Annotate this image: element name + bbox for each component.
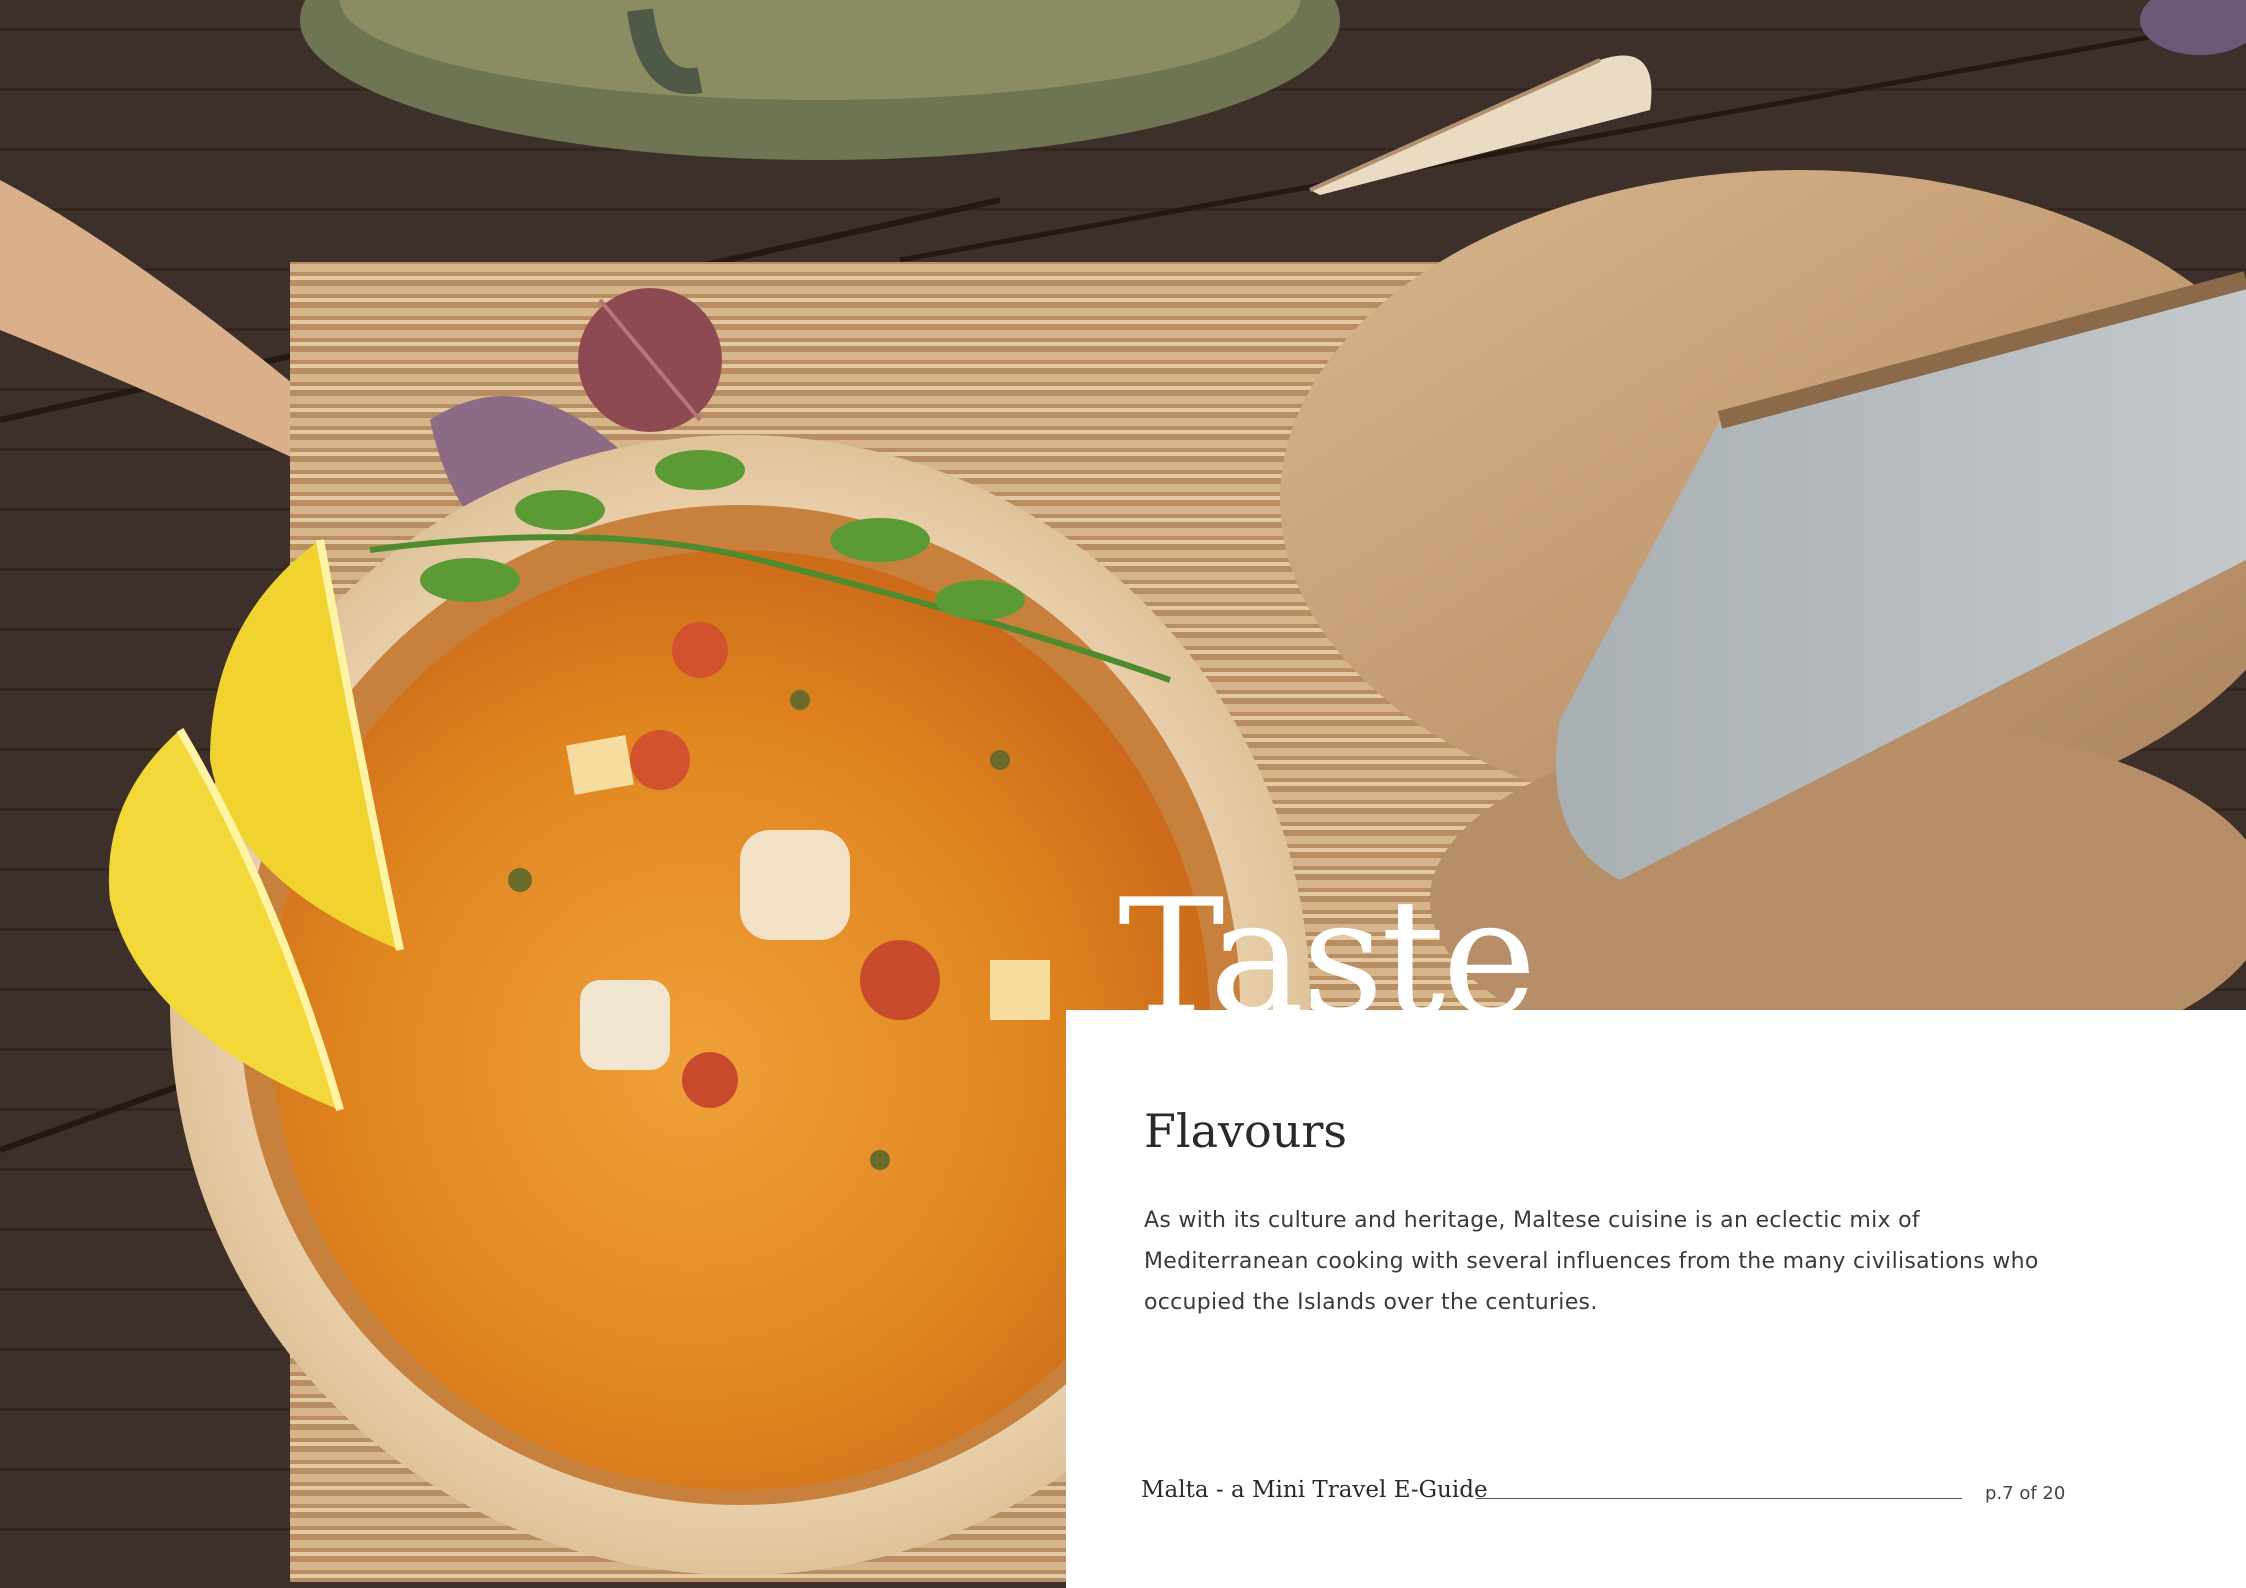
page-number: p.7 of 20 xyxy=(1985,1483,2066,1504)
section-subtitle: Flavours xyxy=(1144,1104,1347,1158)
footer-guide-title: Malta - a Mini Travel E-Guide xyxy=(1141,1477,1488,1503)
body-paragraph: As with its culture and heritage, Maltes… xyxy=(1144,1208,2039,1315)
page-hero-title: Taste xyxy=(1118,878,1534,1010)
footer-divider xyxy=(1476,1498,1962,1499)
